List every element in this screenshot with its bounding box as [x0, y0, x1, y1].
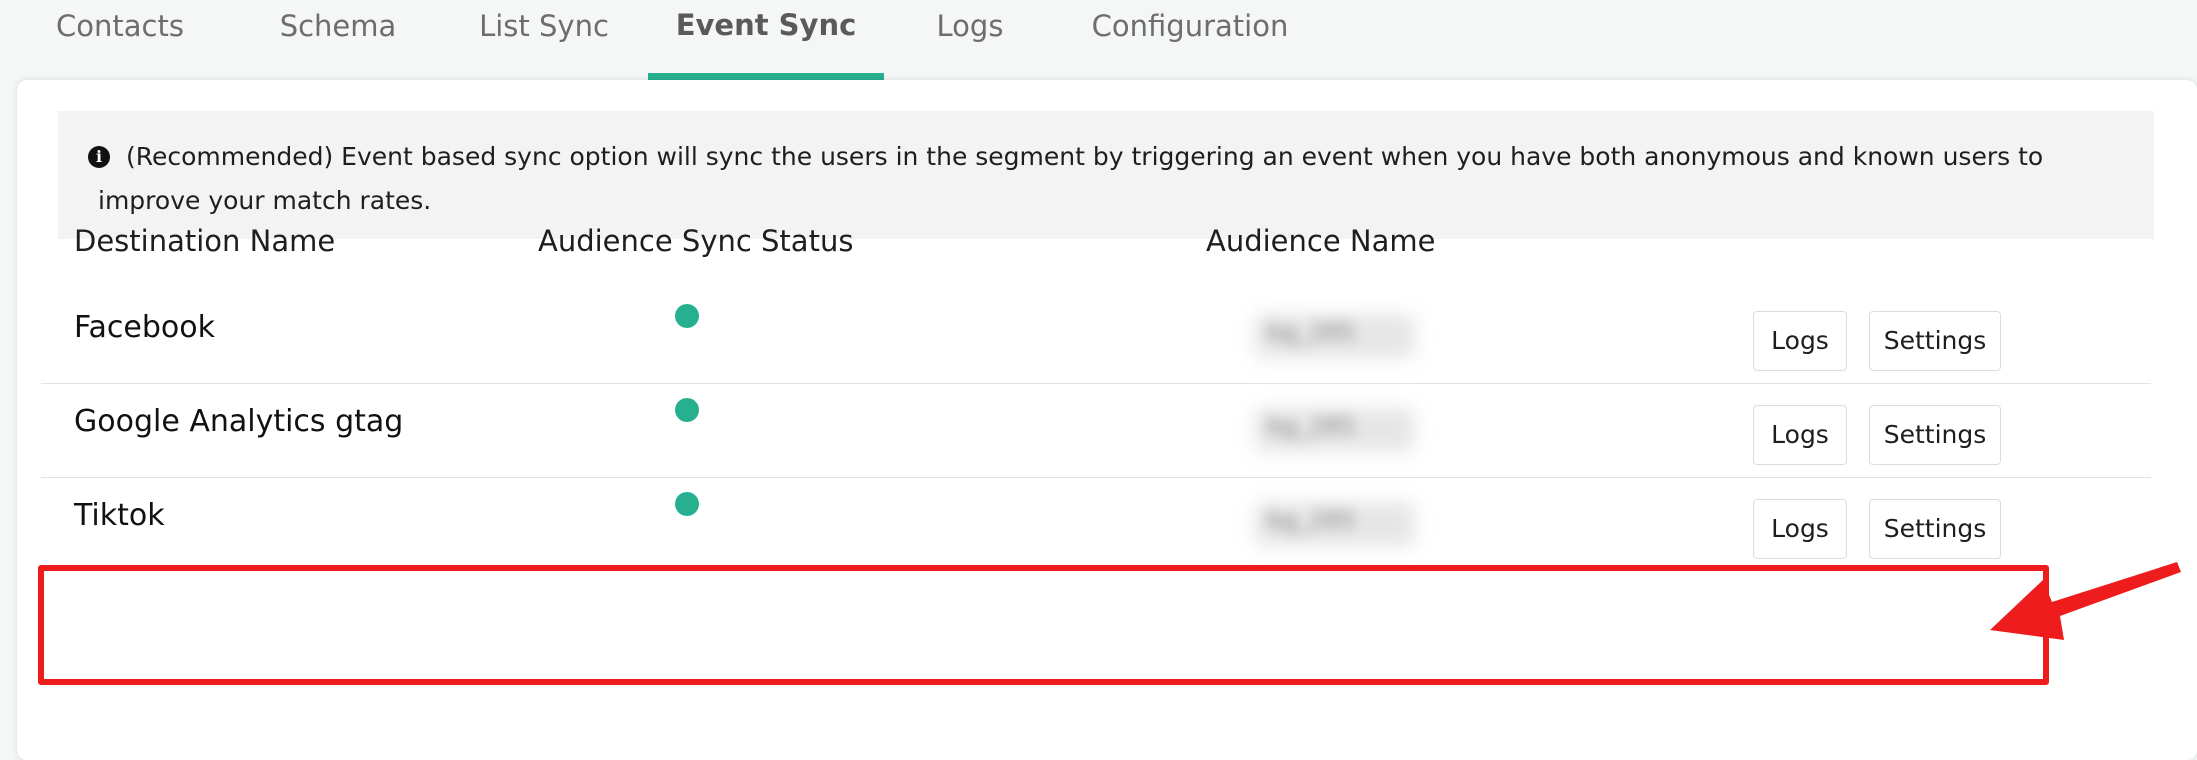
info-text: (Recommended) Event based sync option wi…	[98, 142, 2044, 215]
recommendation-info-box: i (Recommended) Event based sync option w…	[58, 111, 2154, 239]
table-row: Facebook bg_285 Logs Settings	[41, 290, 2151, 384]
tab-list-sync[interactable]: List Sync	[474, 0, 614, 81]
tab-event-sync[interactable]: Event Sync	[648, 0, 884, 81]
logs-button[interactable]: Logs	[1753, 405, 1847, 465]
audience-name: bg_285	[1267, 506, 1356, 534]
settings-button[interactable]: Settings	[1869, 499, 2001, 559]
tab-logs[interactable]: Logs	[924, 0, 1016, 81]
tab-schema[interactable]: Schema	[278, 0, 398, 81]
destination-name: Facebook	[74, 310, 215, 345]
destination-name: Google Analytics gtag	[74, 404, 404, 439]
tab-bar: Contacts Schema List Sync Event Sync Log…	[0, 0, 2197, 81]
audience-name: bg_285	[1267, 318, 1356, 346]
column-header-audience-name: Audience Name	[1206, 224, 1436, 258]
destination-name: Tiktok	[74, 498, 165, 533]
sync-status-indicator	[675, 304, 699, 328]
sync-status-indicator	[675, 398, 699, 422]
tab-contacts[interactable]: Contacts	[50, 0, 190, 81]
settings-button[interactable]: Settings	[1869, 311, 2001, 371]
info-icon: i	[88, 146, 110, 168]
column-header-destination-name: Destination Name	[74, 224, 336, 258]
table-row: Tiktok bg_285 Logs Settings	[41, 478, 2151, 572]
logs-button[interactable]: Logs	[1753, 499, 1847, 559]
logs-button[interactable]: Logs	[1753, 311, 1847, 371]
sync-status-indicator	[675, 492, 699, 516]
tab-configuration[interactable]: Configuration	[1090, 0, 1290, 81]
column-header-audience-sync-status: Audience Sync Status	[538, 224, 854, 258]
settings-button[interactable]: Settings	[1869, 405, 2001, 465]
audience-name: bg_285	[1267, 412, 1356, 440]
table-row: Google Analytics gtag bg_285 Logs Settin…	[41, 384, 2151, 478]
